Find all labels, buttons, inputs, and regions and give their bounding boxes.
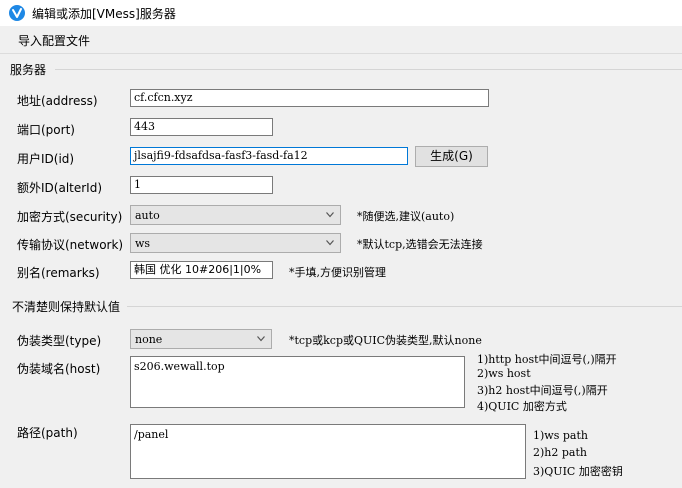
type-value: none [135, 333, 163, 346]
menu-import-config[interactable]: 导入配置文件 [18, 32, 90, 49]
host-note-1: 1)http host中间逗号(,)隔开 [477, 353, 617, 366]
chevron-down-icon [257, 336, 265, 342]
alter-id-input[interactable]: 1 [130, 176, 273, 194]
address-label: 地址(address) [17, 94, 98, 108]
advanced-group-divider [127, 306, 682, 307]
path-label: 路径(path) [17, 426, 78, 440]
network-label: 传输协议(network) [17, 238, 124, 252]
type-select[interactable]: none [130, 329, 272, 349]
path-note-1: 1)ws path [533, 429, 588, 442]
network-select[interactable]: ws [130, 233, 341, 253]
host-note-3: 3)h2 host中间逗号(,)隔开 [477, 384, 608, 397]
port-input[interactable]: 443 [130, 118, 273, 136]
host-label: 伪装域名(host) [17, 362, 101, 376]
remarks-label: 别名(remarks) [17, 266, 100, 280]
advanced-group-label: 不清楚则保持默认值 [12, 300, 121, 314]
security-select[interactable]: auto [130, 205, 341, 225]
chevron-down-icon [326, 212, 334, 218]
network-hint: *默认tcp,选错会无法连接 [357, 238, 483, 251]
menu-bar: 导入配置文件 [0, 26, 682, 54]
alter-id-label: 额外ID(alterId) [17, 181, 103, 195]
path-note-3: 3)QUIC 加密密钥 [533, 465, 623, 478]
chevron-down-icon [326, 240, 334, 246]
server-group-label: 服务器 [10, 63, 47, 77]
security-value: auto [135, 209, 160, 222]
network-value: ws [135, 237, 151, 250]
server-group-divider [55, 69, 682, 70]
remarks-hint: *手填,方便识别管理 [289, 266, 386, 279]
security-hint: *随便选,建议(auto) [357, 210, 455, 223]
app-logo-icon [9, 5, 25, 21]
port-label: 端口(port) [17, 123, 75, 137]
user-id-input[interactable]: jlsajfi9-fdsafdsa-fasf3-fasd-fa12 [130, 147, 408, 165]
type-label: 伪装类型(type) [17, 334, 102, 348]
address-input[interactable]: cf.cfcn.xyz [130, 89, 489, 107]
user-id-label: 用户ID(id) [17, 152, 75, 166]
path-textarea[interactable]: /panel [130, 424, 526, 479]
path-note-2: 2)h2 path [533, 446, 587, 459]
host-note-4: 4)QUIC 加密方式 [477, 400, 567, 413]
type-hint: *tcp或kcp或QUIC伪装类型,默认none [289, 334, 482, 347]
generate-button[interactable]: 生成(G) [415, 146, 488, 167]
window-title: 编辑或添加[VMess]服务器 [32, 7, 176, 21]
title-bar: 编辑或添加[VMess]服务器 [0, 0, 682, 26]
security-label: 加密方式(security) [17, 210, 123, 224]
host-note-2: 2)ws host [477, 367, 531, 380]
remarks-input[interactable]: 韩国 优化 10#206|1|0% [130, 261, 273, 279]
host-textarea[interactable]: s206.wewall.top [130, 356, 465, 408]
